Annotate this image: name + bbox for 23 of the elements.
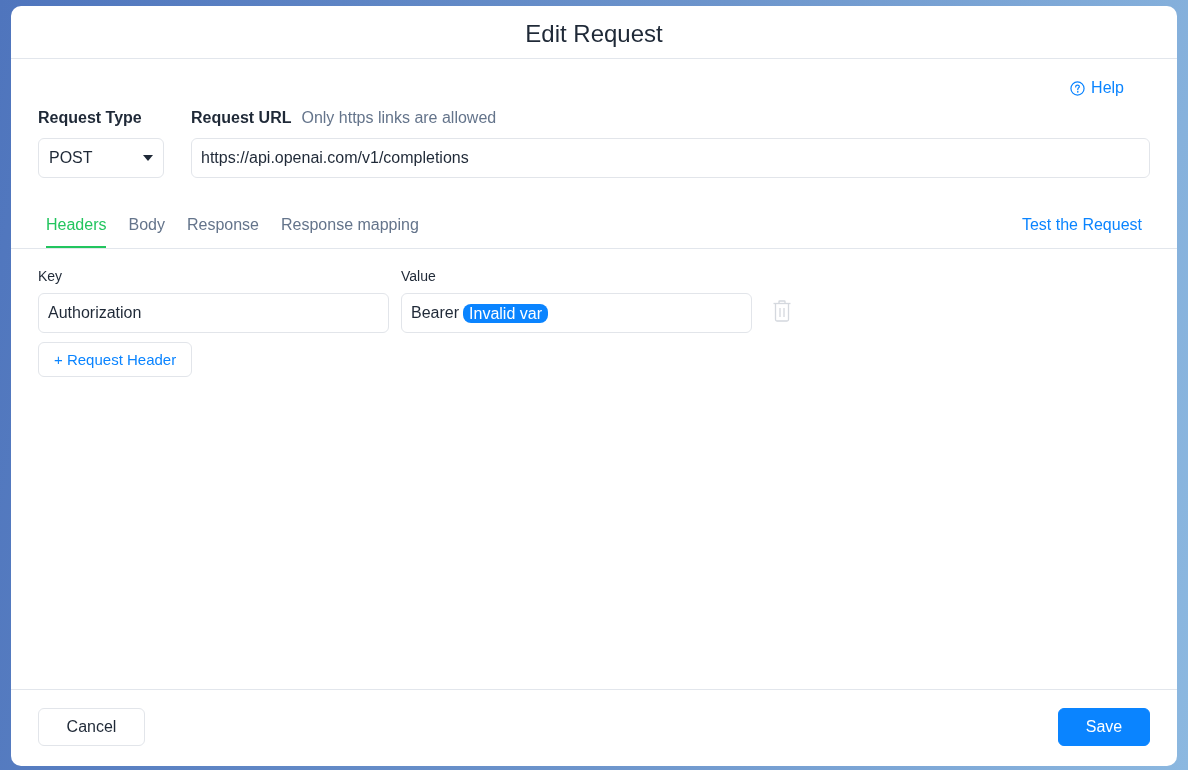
column-label: Value	[401, 267, 437, 285]
help-link[interactable]: Help	[1070, 79, 1124, 97]
tab[interactable]: Response mapping	[281, 202, 419, 248]
cancel-button[interactable]: Cancel	[38, 708, 145, 746]
column-label: Key	[38, 267, 64, 285]
field-label: Request Type	[38, 108, 142, 128]
value-field[interactable]: Bearer Invalid var	[401, 293, 752, 333]
help-icon	[1070, 80, 1086, 96]
tab[interactable]: Response	[186, 202, 259, 248]
variable-chip: Invalid var	[463, 303, 548, 323]
field-label: Request URL	[191, 108, 292, 128]
request-type-select[interactable]: POST	[38, 138, 164, 178]
save-button[interactable]: Save	[1058, 708, 1150, 746]
dialog-title: Edit Request	[525, 18, 663, 48]
test-request-link[interactable]: Test the Request	[1021, 216, 1142, 234]
url-field[interactable]: https://api.openai.com/v1/completions	[191, 138, 1150, 178]
caret-icon	[143, 155, 153, 161]
key-field[interactable]: Authorization	[38, 293, 389, 333]
trash-icon[interactable]	[773, 300, 791, 322]
add-header-button[interactable]: + Request Header	[38, 342, 193, 377]
tab[interactable]: Body	[128, 202, 165, 248]
value-text: Bearer	[411, 304, 460, 322]
field-hint: Only https links are allowed	[301, 108, 497, 128]
